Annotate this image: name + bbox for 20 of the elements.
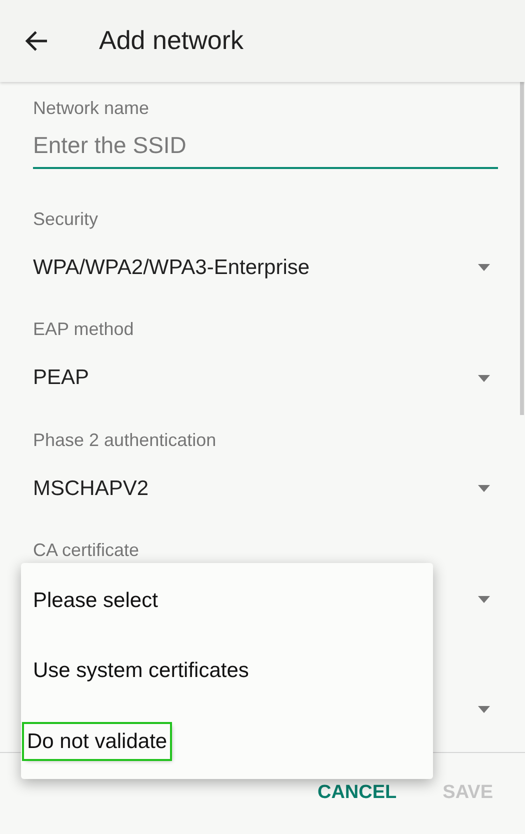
dropdown-caret-icon[interactable] [478,374,490,382]
menu-option[interactable]: Do not validate [24,724,170,759]
field-label: Security [33,208,100,230]
dropdown-value[interactable]: MSCHAPV2 [33,472,149,504]
dropdown-caret-icon[interactable] [478,485,490,492]
screen-title: Add network [99,25,244,57]
field-label: Phase 2 authentication [33,428,218,452]
ssid-input-field[interactable]: Enter the SSID [33,120,498,168]
menu-option[interactable]: Please select [33,582,158,618]
field-label: Network name [33,97,150,120]
dropdown-value[interactable]: WPA/WPA2/WPA3-Enterprise [33,252,310,284]
menu-option[interactable]: Use system certificates [33,653,249,688]
field-label: EAP method [33,318,135,341]
field-label: CA certificate [33,539,140,562]
action-button[interactable]: CANCEL [305,771,409,816]
dropdown-caret-icon[interactable] [478,706,490,713]
dropdown-caret-icon[interactable] [478,264,490,271]
dropdown-value[interactable]: PEAP [33,362,90,394]
back-arrow-icon[interactable] [25,29,49,53]
dropdown-caret-icon[interactable] [478,596,490,602]
